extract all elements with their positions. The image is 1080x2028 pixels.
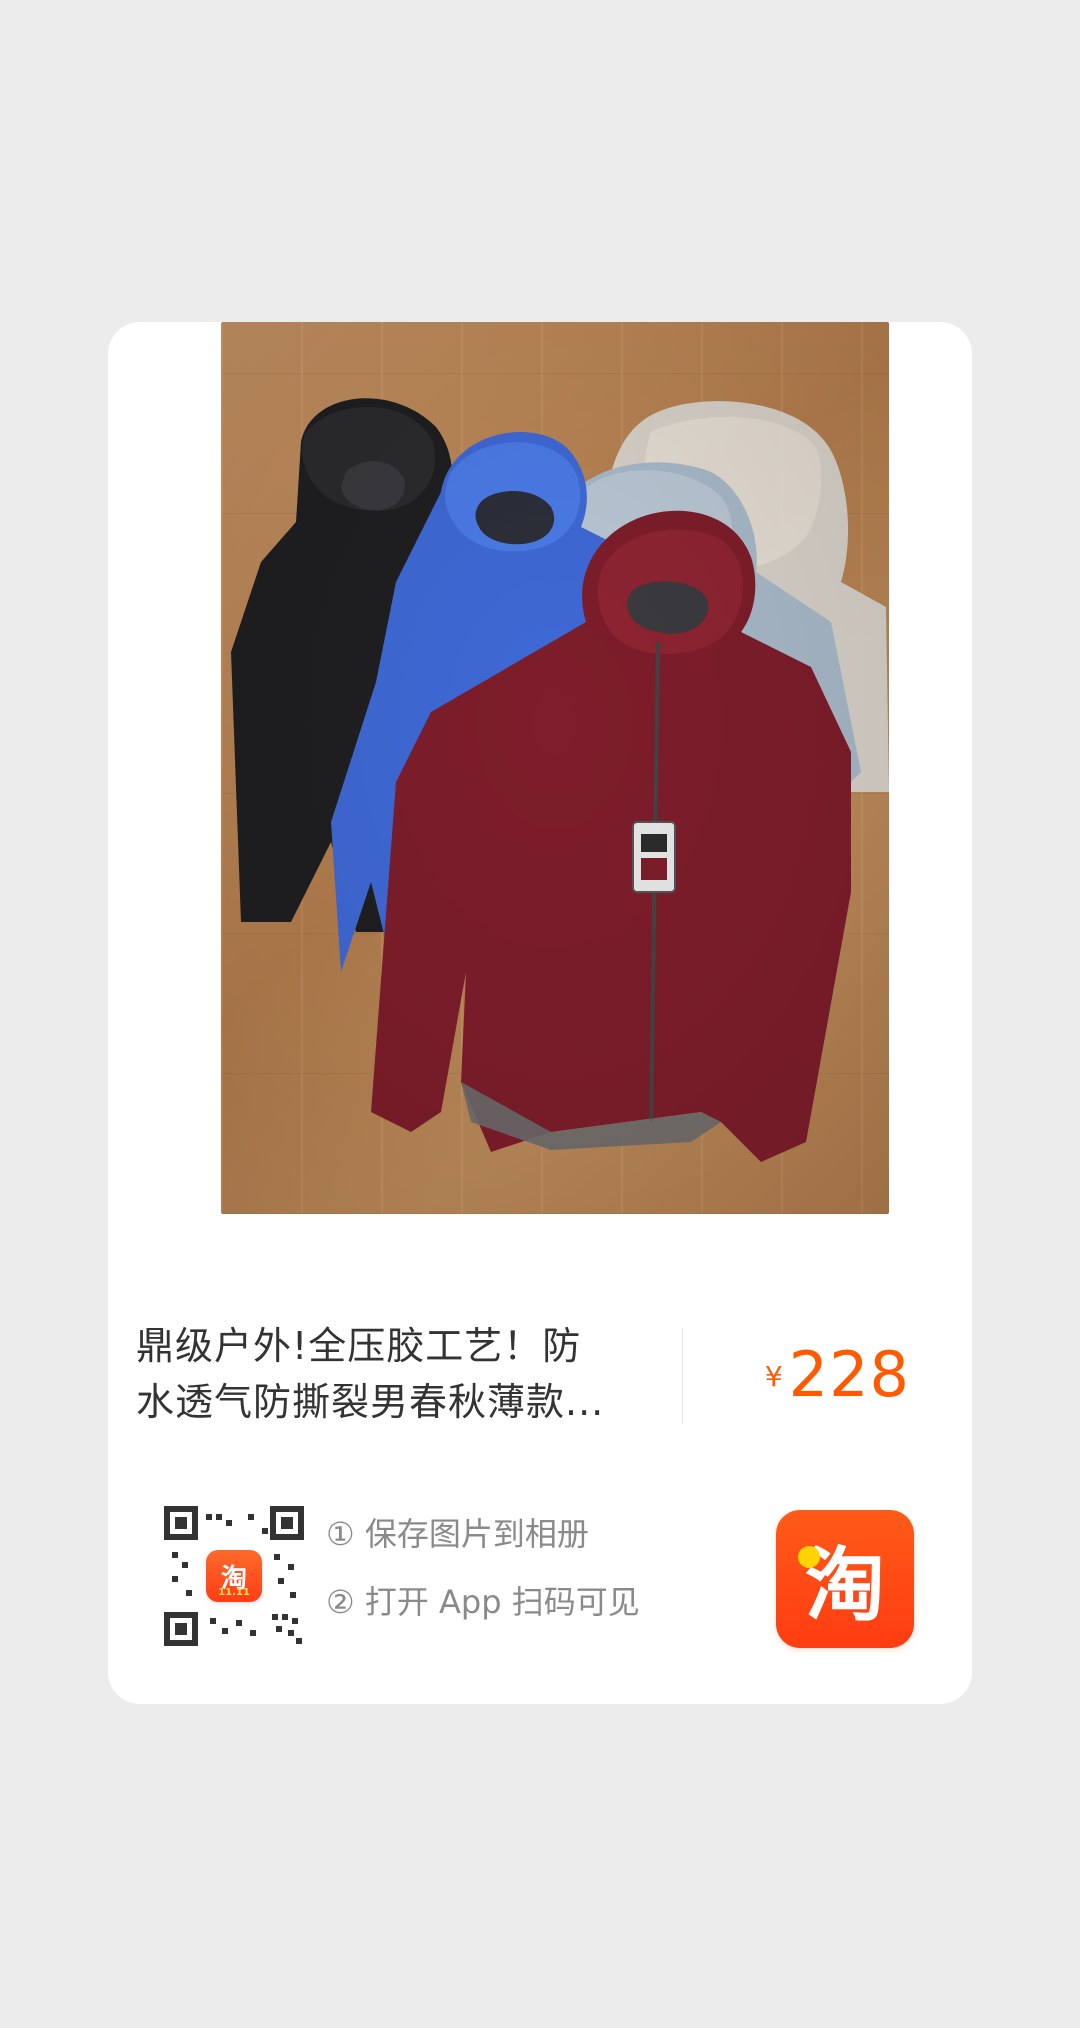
qr-code[interactable]: 淘 11.11 [164,1506,304,1646]
product-image[interactable] [221,322,889,1214]
taobao-app-dot [798,1546,820,1568]
product-title-line-1: 鼎级户外!全压胶工艺！防 [136,1324,582,1368]
product-title[interactable]: 鼎级户外!全压胶工艺！防 水透气防撕裂男春秋薄款... [136,1318,646,1430]
price-amount: 228 [788,1338,910,1411]
title-price-divider [682,1328,683,1424]
product-title-line-2: 水透气防撕裂男春秋薄款... [136,1380,605,1424]
jackets-illustration [221,322,889,1214]
share-card: 鼎级户外!全压胶工艺！防 水透气防撕裂男春秋薄款... ¥ 228 淘 11.1… [108,322,972,1704]
qr-center-badge: 淘 11.11 [206,1550,262,1602]
qr-center-badge-sub: 11.11 [218,1587,250,1598]
price: ¥ 228 [765,1344,910,1406]
taobao-app-label: 淘 [805,1539,885,1632]
instructions: ① 保存图片到相册 ② 打开 App 扫码可见 [326,1512,640,1648]
taobao-app-icon[interactable]: 淘 [776,1510,914,1648]
instruction-step-1: ① 保存图片到相册 [326,1515,589,1553]
instruction-step-2: ② 打开 App 扫码可见 [326,1583,640,1621]
price-currency: ¥ [764,1360,783,1393]
